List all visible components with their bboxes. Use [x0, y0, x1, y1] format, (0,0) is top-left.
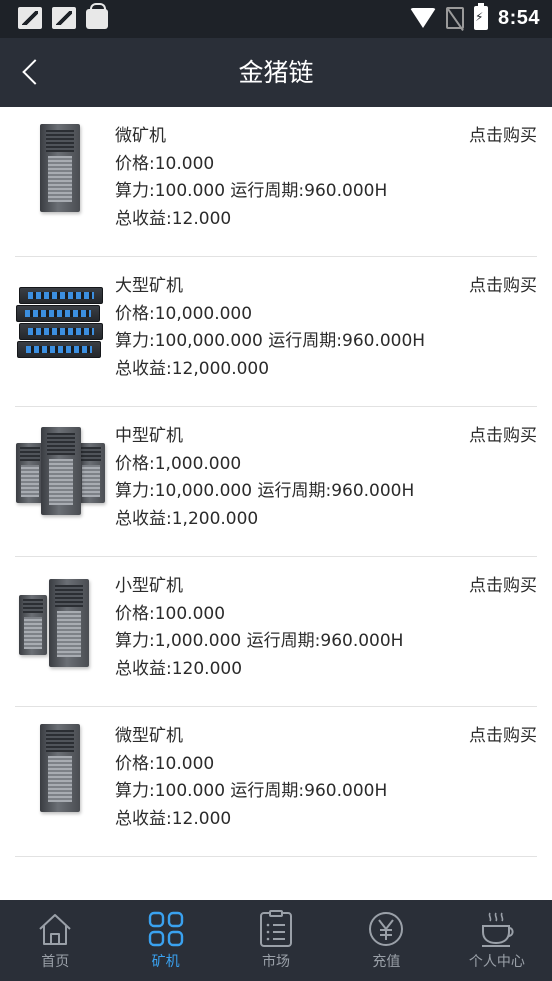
- wifi-icon: [409, 8, 436, 28]
- miner-item: 微矿机 价格:10.000 算力:100.000 运行周期:960.000H 总…: [15, 107, 537, 257]
- tab-profile[interactable]: 个人中心: [442, 900, 552, 981]
- miner-item: 中型矿机 价格:1,000.000 算力:10,000.000 运行周期:960…: [15, 407, 537, 557]
- miner-item: 大型矿机 价格:10,000.000 算力:100,000.000 运行周期:9…: [15, 257, 537, 407]
- buy-button[interactable]: 点击购买: [469, 573, 537, 601]
- buy-button[interactable]: 点击购买: [469, 723, 537, 751]
- miner-power-period: 算力:100,000.000 运行周期:960.000H: [115, 331, 426, 351]
- buy-button[interactable]: 点击购买: [469, 273, 537, 301]
- rack-server-stack-image: [15, 271, 105, 365]
- miner-item: 微型矿机 价格:10.000 算力:100.000 运行周期:960.000H …: [15, 707, 537, 857]
- home-icon: [36, 910, 74, 948]
- bottom-tab-bar: 首页 矿机 市场 充值 个人中心: [0, 900, 552, 981]
- miner-total-income: 总收益:120.000: [115, 658, 243, 679]
- app-notification-icon: [52, 7, 76, 29]
- miner-info: 中型矿机 价格:1,000.000 算力:10,000.000 运行周期:960…: [115, 423, 414, 533]
- tab-label: 个人中心: [468, 954, 525, 970]
- app-header: 金猪链: [0, 38, 552, 107]
- miner-info: 微矿机 价格:10.000 算力:100.000 运行周期:960.000H 总…: [115, 123, 387, 233]
- miner-power-period: 算力:1,000.000 运行周期:960.000H: [115, 631, 404, 651]
- buy-button[interactable]: 点击购买: [469, 123, 537, 151]
- miner-info: 微型矿机 价格:10.000 算力:100.000 运行周期:960.000H …: [115, 723, 387, 833]
- miner-total-income: 总收益:1,200.000: [115, 508, 259, 529]
- tab-label: 首页: [41, 954, 70, 970]
- miner-name: 中型矿机: [115, 426, 183, 446]
- status-right-icons: 8:54: [409, 3, 540, 30]
- miner-info: 大型矿机 价格:10,000.000 算力:100,000.000 运行周期:9…: [115, 273, 425, 383]
- miner-item: 小型矿机 价格:100.000 算力:1,000.000 运行周期:960.00…: [15, 557, 537, 707]
- back-button[interactable]: [14, 52, 54, 92]
- miner-name: 小型矿机: [115, 576, 183, 596]
- status-left-icons: [18, 3, 108, 29]
- tab-market[interactable]: 市场: [221, 900, 331, 981]
- list-document-icon: [257, 910, 295, 948]
- buy-button[interactable]: 点击购买: [469, 423, 537, 451]
- miner-power-period: 算力:10,000.000 运行周期:960.000H: [115, 481, 415, 501]
- miner-price: 价格:100.000: [115, 603, 226, 624]
- miner-total-income: 总收益:12.000: [115, 208, 232, 229]
- single-tower-server-image: [15, 121, 105, 215]
- grid-icon: [147, 910, 185, 948]
- tab-label: 矿机: [151, 954, 180, 970]
- shopping-bag-icon: [86, 3, 108, 29]
- miner-total-income: 总收益:12.000: [115, 808, 232, 829]
- status-bar: 8:54: [0, 0, 552, 38]
- battery-charging-icon: [473, 3, 488, 30]
- page-title: 金猪链: [238, 58, 314, 87]
- miner-name: 大型矿机: [115, 276, 183, 296]
- miner-name: 微型矿机: [115, 726, 183, 746]
- app-notification-icon: [18, 7, 42, 29]
- single-tower-server-image: [15, 721, 105, 815]
- miner-price: 价格:10.000: [115, 753, 215, 774]
- miner-power-period: 算力:100.000 运行周期:960.000H: [115, 781, 388, 801]
- miner-info: 小型矿机 价格:100.000 算力:1,000.000 运行周期:960.00…: [115, 573, 403, 683]
- miner-list: 微矿机 价格:10.000 算力:100.000 运行周期:960.000H 总…: [15, 107, 537, 857]
- yen-coin-icon: [367, 910, 405, 948]
- miner-total-income: 总收益:12,000.000: [115, 358, 270, 379]
- miner-price: 价格:1,000.000: [115, 453, 242, 474]
- miner-name: 微矿机: [115, 126, 166, 146]
- two-tower-servers-image: [15, 571, 105, 667]
- tab-label: 充值: [372, 954, 401, 970]
- three-tower-servers-image: [15, 421, 105, 515]
- miner-power-period: 算力:100.000 运行周期:960.000H: [115, 181, 388, 201]
- no-sim-icon: [445, 7, 464, 29]
- tab-label: 市场: [262, 954, 291, 970]
- coffee-cup-icon: [478, 910, 516, 948]
- tab-home[interactable]: 首页: [0, 900, 110, 981]
- miner-price: 价格:10.000: [115, 153, 215, 174]
- miner-price: 价格:10,000.000: [115, 303, 253, 324]
- tab-recharge[interactable]: 充值: [331, 900, 441, 981]
- tab-miners[interactable]: 矿机: [110, 900, 220, 981]
- status-time: 8:54: [497, 6, 540, 29]
